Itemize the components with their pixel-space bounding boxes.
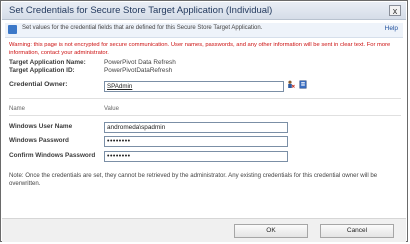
target-app-name-value: PowerPivot Data Refresh: [104, 59, 176, 66]
target-app-id-label: Target Application ID:: [9, 67, 75, 74]
target-app-name-label: Target Application Name:: [9, 59, 86, 66]
dialog-title: Set Credentials for Secure Store Target …: [9, 5, 273, 16]
address-book-icon[interactable]: [299, 80, 307, 89]
column-header-name: Name: [9, 106, 26, 112]
section-divider: [9, 98, 401, 99]
cancel-button[interactable]: Cancel: [320, 224, 394, 238]
header-divider: [9, 115, 401, 116]
windows-user-name-label: Windows User Name: [9, 123, 73, 130]
info-icon: [8, 25, 17, 34]
dialog-titlebar: Set Credentials for Secure Store Target …: [2, 2, 406, 20]
set-credentials-dialog: Set Credentials for Secure Store Target …: [0, 0, 408, 242]
confirm-password-input[interactable]: ••••••••: [104, 151, 288, 162]
credential-owner-label: Credential Owner:: [9, 81, 68, 88]
info-text: Set values for the credential fields tha…: [22, 25, 263, 31]
security-warning: Warning: this page is not encrypted for …: [9, 42, 391, 56]
credential-owner-value: SPAdmin: [107, 83, 133, 90]
target-app-id-value: PowerPivotDataRefresh: [104, 67, 173, 74]
confirm-password-label: Confirm Windows Password: [9, 152, 96, 159]
credentials-note: Note: Once the credentials are set, they…: [9, 172, 378, 187]
close-button[interactable]: x: [389, 5, 401, 16]
windows-password-label: Windows Password: [9, 137, 69, 144]
windows-password-input[interactable]: ••••••••: [104, 136, 288, 147]
dialog-footer: OK Cancel: [2, 218, 406, 242]
windows-user-name-input[interactable]: andromeda\spadmin: [104, 122, 288, 133]
help-link[interactable]: Help: [385, 25, 398, 32]
ok-button[interactable]: OK: [234, 224, 308, 238]
info-bar: Set values for the credential fields tha…: [5, 23, 403, 38]
column-header-value: Value: [104, 106, 119, 112]
check-names-icon[interactable]: [287, 80, 295, 89]
credential-owner-input[interactable]: SPAdmin: [104, 81, 284, 92]
